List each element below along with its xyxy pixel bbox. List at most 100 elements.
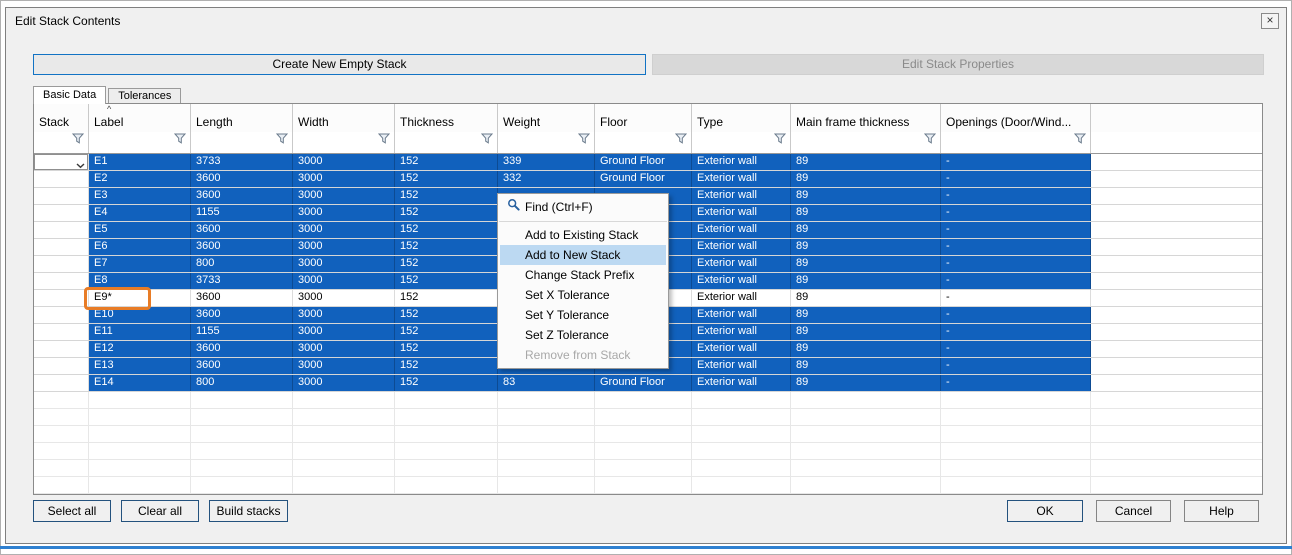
- filter-cell-floor[interactable]: [595, 132, 692, 153]
- cell-stack[interactable]: [34, 188, 89, 204]
- cell-width[interactable]: 3000: [293, 324, 395, 340]
- cell-type[interactable]: Exterior wall: [692, 324, 791, 340]
- cell-type[interactable]: Exterior wall: [692, 239, 791, 255]
- cell-stack[interactable]: [34, 222, 89, 238]
- cell-label[interactable]: E6: [89, 239, 191, 255]
- cell-thickness[interactable]: 152: [395, 171, 498, 187]
- cell-width[interactable]: 3000: [293, 273, 395, 289]
- cell-type[interactable]: Exterior wall: [692, 222, 791, 238]
- cell-length[interactable]: 3600: [191, 341, 293, 357]
- table-row-e2[interactable]: E236003000152332Ground FloorExterior wal…: [34, 171, 1262, 188]
- cell-main_frame_thickness[interactable]: 89: [791, 256, 941, 272]
- column-header-stack[interactable]: Stack: [34, 104, 89, 132]
- filter-cell-weight[interactable]: [498, 132, 595, 153]
- cell-openings[interactable]: -: [941, 341, 1091, 357]
- cell-type[interactable]: Exterior wall: [692, 358, 791, 374]
- cell-main_frame_thickness[interactable]: 89: [791, 205, 941, 221]
- column-header-main-frame-thickness[interactable]: Main frame thickness: [791, 104, 941, 132]
- cell-stack[interactable]: [34, 171, 89, 187]
- cell-main_frame_thickness[interactable]: 89: [791, 341, 941, 357]
- cell-thickness[interactable]: 152: [395, 307, 498, 323]
- cell-type[interactable]: Exterior wall: [692, 256, 791, 272]
- column-header-weight[interactable]: Weight: [498, 104, 595, 132]
- cell-type[interactable]: Exterior wall: [692, 205, 791, 221]
- cell-openings[interactable]: -: [941, 324, 1091, 340]
- stack-dropdown-cell[interactable]: [34, 154, 89, 170]
- cell-weight[interactable]: 83: [498, 375, 595, 391]
- filter-cell-openings-door-wind[interactable]: [941, 132, 1091, 153]
- filter-funnel-icon[interactable]: [276, 131, 288, 149]
- cell-label[interactable]: E11: [89, 324, 191, 340]
- menu-item-set-y-tolerance[interactable]: Set Y Tolerance: [500, 305, 666, 325]
- cell-thickness[interactable]: 152: [395, 290, 498, 306]
- cell-weight[interactable]: 339: [498, 154, 595, 170]
- cell-length[interactable]: 3600: [191, 290, 293, 306]
- cell-stack[interactable]: [34, 290, 89, 306]
- cell-width[interactable]: 3000: [293, 341, 395, 357]
- cell-label[interactable]: E12: [89, 341, 191, 357]
- cell-openings[interactable]: -: [941, 188, 1091, 204]
- cell-openings[interactable]: -: [941, 171, 1091, 187]
- create-new-empty-stack-button[interactable]: Create New Empty Stack: [33, 54, 646, 75]
- cell-width[interactable]: 3000: [293, 290, 395, 306]
- cell-thickness[interactable]: 152: [395, 324, 498, 340]
- close-icon[interactable]: ×: [1261, 13, 1279, 29]
- cell-thickness[interactable]: 152: [395, 273, 498, 289]
- filter-cell-width[interactable]: [293, 132, 395, 153]
- cell-stack[interactable]: [34, 307, 89, 323]
- cell-type[interactable]: Exterior wall: [692, 341, 791, 357]
- cell-floor[interactable]: Ground Floor: [595, 171, 692, 187]
- column-header-label[interactable]: Label^: [89, 104, 191, 132]
- cell-length[interactable]: 3600: [191, 358, 293, 374]
- cell-openings[interactable]: -: [941, 290, 1091, 306]
- cell-length[interactable]: 3600: [191, 239, 293, 255]
- chevron-down-icon[interactable]: [76, 159, 85, 170]
- filter-funnel-icon[interactable]: [72, 131, 84, 149]
- cell-stack[interactable]: [34, 375, 89, 391]
- filter-funnel-icon[interactable]: [1074, 131, 1086, 149]
- column-header-length[interactable]: Length: [191, 104, 293, 132]
- filter-cell-thickness[interactable]: [395, 132, 498, 153]
- cell-thickness[interactable]: 152: [395, 205, 498, 221]
- cell-main_frame_thickness[interactable]: 89: [791, 222, 941, 238]
- cell-type[interactable]: Exterior wall: [692, 290, 791, 306]
- cell-width[interactable]: 3000: [293, 239, 395, 255]
- menu-item-find-ctrl-f[interactable]: Find (Ctrl+F): [500, 196, 666, 219]
- cell-main_frame_thickness[interactable]: 89: [791, 290, 941, 306]
- cell-width[interactable]: 3000: [293, 171, 395, 187]
- menu-item-set-x-tolerance[interactable]: Set X Tolerance: [500, 285, 666, 305]
- filter-funnel-icon[interactable]: [481, 131, 493, 149]
- cell-width[interactable]: 3000: [293, 222, 395, 238]
- cell-length[interactable]: 1155: [191, 205, 293, 221]
- cell-label[interactable]: E7: [89, 256, 191, 272]
- cell-thickness[interactable]: 152: [395, 188, 498, 204]
- cell-label[interactable]: E1: [89, 154, 191, 170]
- cell-label[interactable]: E13: [89, 358, 191, 374]
- cell-stack[interactable]: [34, 256, 89, 272]
- cell-thickness[interactable]: 152: [395, 341, 498, 357]
- cell-openings[interactable]: -: [941, 222, 1091, 238]
- cell-floor[interactable]: Ground Floor: [595, 375, 692, 391]
- cell-label[interactable]: E2: [89, 171, 191, 187]
- cell-type[interactable]: Exterior wall: [692, 171, 791, 187]
- cell-width[interactable]: 3000: [293, 205, 395, 221]
- cell-label[interactable]: E4: [89, 205, 191, 221]
- filter-funnel-icon[interactable]: [378, 131, 390, 149]
- cell-main_frame_thickness[interactable]: 89: [791, 239, 941, 255]
- cell-thickness[interactable]: 152: [395, 358, 498, 374]
- cell-openings[interactable]: -: [941, 205, 1091, 221]
- menu-item-add-to-new-stack[interactable]: Add to New Stack: [500, 245, 666, 265]
- cell-width[interactable]: 3000: [293, 375, 395, 391]
- cell-width[interactable]: 3000: [293, 307, 395, 323]
- column-header-width[interactable]: Width: [293, 104, 395, 132]
- cell-width[interactable]: 3000: [293, 256, 395, 272]
- cell-length[interactable]: 1155: [191, 324, 293, 340]
- cell-main_frame_thickness[interactable]: 89: [791, 188, 941, 204]
- cell-length[interactable]: 800: [191, 256, 293, 272]
- build-stacks-button[interactable]: Build stacks: [209, 500, 288, 522]
- cell-stack[interactable]: [34, 358, 89, 374]
- cell-openings[interactable]: -: [941, 239, 1091, 255]
- cell-type[interactable]: Exterior wall: [692, 273, 791, 289]
- cell-length[interactable]: 3733: [191, 273, 293, 289]
- cell-label[interactable]: E5: [89, 222, 191, 238]
